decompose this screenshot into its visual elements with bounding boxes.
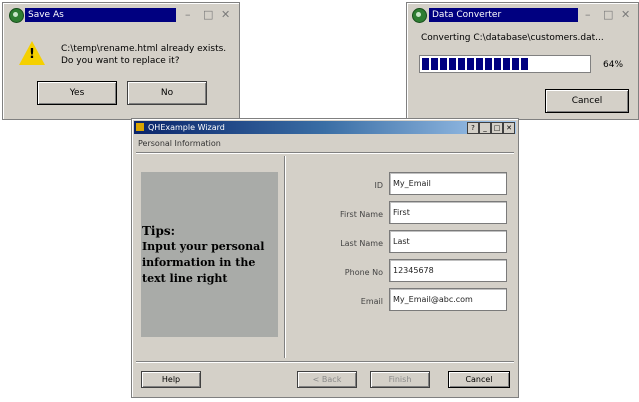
help-context-icon[interactable]: ? <box>467 122 479 134</box>
wizard-cancel-label: Cancel <box>465 375 493 384</box>
progress-fill <box>422 58 530 70</box>
maximize-icon[interactable]: □ <box>491 122 503 134</box>
help-button[interactable]: Help <box>141 371 201 388</box>
progress-block <box>467 58 474 70</box>
phone-no-field[interactable]: 12345678 <box>389 259 507 282</box>
close-icon[interactable]: ✕ <box>503 122 515 134</box>
footer-divider <box>136 361 514 363</box>
wizard-window: QHExample Wizard ? _ □ ✕ Personal Inform… <box>131 118 519 398</box>
back-button[interactable]: < Back <box>297 371 357 388</box>
minimize-icon[interactable]: – <box>585 8 591 22</box>
back-button-label: < Back <box>312 375 342 384</box>
progress-block <box>494 58 501 70</box>
progress-block <box>458 58 465 70</box>
converter-cancel-button[interactable]: Cancel <box>545 89 629 113</box>
page-heading: Personal Information <box>138 139 221 148</box>
app-icon <box>9 8 24 23</box>
tips-title: Tips: <box>142 224 176 238</box>
finish-button-label: Finish <box>388 375 412 384</box>
email-label: Email <box>360 297 383 306</box>
no-button[interactable]: No <box>127 81 207 105</box>
progress-block <box>476 58 483 70</box>
wizard-titlebar[interactable]: QHExample Wizard ? _ □ ✕ <box>134 121 516 134</box>
progress-block <box>485 58 492 70</box>
converter-titlebar[interactable]: Data Converter – □ ✕ <box>409 5 636 25</box>
last-name-label: Last Name <box>340 239 383 248</box>
progress-block <box>431 58 438 70</box>
converter-cancel-label: Cancel <box>571 96 603 106</box>
first-name-field[interactable]: First <box>389 201 507 224</box>
yes-button[interactable]: Yes <box>37 81 117 105</box>
wizard-cancel-button[interactable]: Cancel <box>448 371 510 388</box>
progress-block <box>521 58 528 70</box>
close-icon[interactable]: ✕ <box>221 8 230 22</box>
no-button-label: No <box>160 88 174 98</box>
wizard-title: QHExample Wizard <box>148 123 225 132</box>
save-as-title: Save As <box>25 8 176 22</box>
minimize-icon[interactable]: _ <box>479 122 491 134</box>
save-as-titlebar[interactable]: Save As – □ ✕ <box>5 5 237 25</box>
progress-block <box>449 58 456 70</box>
wizard-app-icon <box>136 123 144 131</box>
email-field[interactable]: My_Email@abc.com <box>389 288 507 311</box>
data-converter-dialog: Data Converter – □ ✕ Converting C:\datab… <box>406 2 639 120</box>
maximize-icon[interactable]: □ <box>603 8 613 22</box>
yes-button-label: Yes <box>69 88 85 98</box>
close-icon[interactable]: ✕ <box>621 8 630 22</box>
progress-block <box>512 58 519 70</box>
help-button-label: Help <box>161 375 181 384</box>
warning-exclamation: ! <box>29 47 35 62</box>
progress-block <box>503 58 510 70</box>
tips-text: Input your personal information in the t… <box>142 240 265 285</box>
panel-divider <box>284 156 286 358</box>
id-field[interactable]: My_Email <box>389 172 507 195</box>
converter-title: Data Converter <box>429 8 578 22</box>
progress-block <box>422 58 429 70</box>
save-as-message-line2: Do you want to replace it? <box>61 56 180 66</box>
finish-button[interactable]: Finish <box>370 371 430 388</box>
progress-percent: 64% <box>603 60 624 70</box>
minimize-icon[interactable]: – <box>185 8 191 22</box>
progress-block <box>440 58 447 70</box>
heading-divider <box>136 152 514 154</box>
first-name-label: First Name <box>340 210 383 219</box>
conversion-progress-bar <box>419 55 591 73</box>
save-as-dialog: Save As – □ ✕ ! C:\temp\rename.html alre… <box>2 2 240 120</box>
app-icon <box>412 8 427 23</box>
converter-status-text: Converting C:\database\customers.dat... <box>421 33 604 43</box>
last-name-field[interactable]: Last <box>389 230 507 253</box>
save-as-message-line1: C:\temp\rename.html already exists. <box>61 44 227 54</box>
tips-panel: Tips: Input your personal information in… <box>141 172 278 337</box>
maximize-icon[interactable]: □ <box>203 8 213 22</box>
id-label: ID <box>374 181 383 190</box>
phone-no-label: Phone No <box>344 268 383 277</box>
